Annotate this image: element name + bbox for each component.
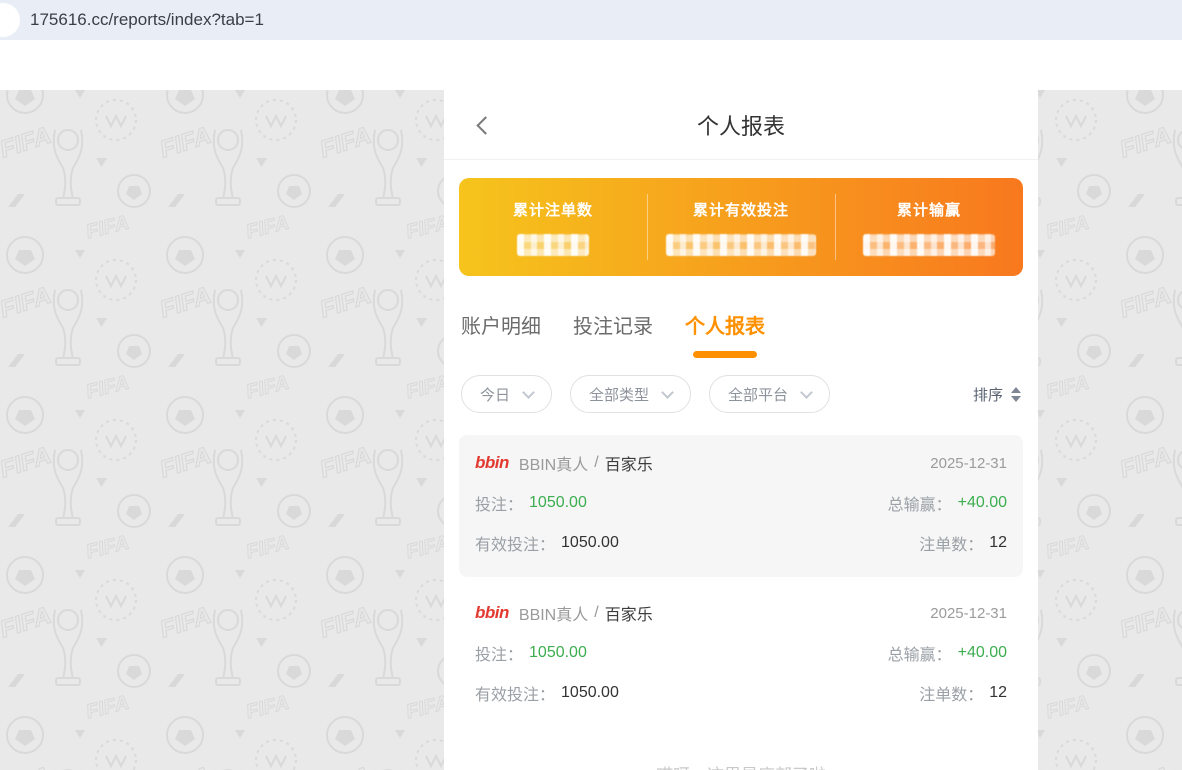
game-name: 百家乐 (604, 457, 653, 474)
count-label: 注单数： (919, 537, 984, 554)
tab-label: 投注记录 (573, 316, 653, 338)
platform-filter-dropdown[interactable]: 全部平台 (709, 375, 831, 413)
report-card: bbin BBIN真人 / 百家乐 2025-12-31 投注： 1050.00… (459, 435, 1023, 577)
sort-arrows-icon (1011, 386, 1021, 402)
page-stage: FIFA FIFA (0, 90, 1182, 770)
chevron-down-icon (800, 385, 813, 399)
dropdown-label: 全部类型 (589, 386, 650, 404)
sort-asc-icon (1011, 386, 1021, 393)
chevron-down-icon (522, 385, 535, 399)
winloss-label: 总输赢： (887, 497, 952, 514)
count-label: 注单数： (919, 687, 984, 704)
sort-desc-icon (1011, 395, 1021, 402)
app-panel: 个人报表 累计注单数 累计有效投注 累计输赢 账户明细 投注记录 个人报表 今日… (444, 90, 1038, 770)
end-of-list-text: 哎呀，这里是底部了啦 (444, 761, 1038, 770)
tab-label: 账户明细 (461, 316, 541, 338)
valid-bet-value: 1050.00 (561, 534, 619, 551)
valid-bet-label: 有效投注： (475, 537, 556, 554)
stat-value-masked (517, 233, 589, 256)
count-value: 12 (989, 684, 1007, 701)
bet-label: 投注： (475, 497, 524, 514)
summary-stat-winloss: 累计输赢 (835, 178, 1023, 276)
count-value: 12 (989, 534, 1007, 551)
stat-value-masked (863, 233, 995, 256)
tab-underline (581, 351, 645, 358)
date-filter-dropdown[interactable]: 今日 (461, 375, 553, 413)
bbin-logo-icon: bbin (475, 603, 509, 622)
summary-stat-valid-bet: 累计有效投注 (647, 178, 835, 276)
record-date: 2025-12-31 (930, 454, 1007, 472)
filter-bar: 今日 全部类型 全部平台 排序 (461, 375, 1021, 413)
summary-card: 累计注单数 累计有效投注 累计输赢 (459, 178, 1023, 276)
summary-stat-total-bets: 累计注单数 (459, 178, 647, 276)
top-white-strip (0, 40, 1182, 90)
dropdown-label: 今日 (480, 386, 511, 404)
separator: / (594, 454, 599, 471)
stat-value-masked (666, 233, 816, 256)
sort-label: 排序 (972, 386, 1003, 404)
game-name: 百家乐 (604, 607, 653, 624)
page-header: 个人报表 (444, 90, 1038, 160)
tab-bar: 账户明细 投注记录 个人报表 (444, 310, 1038, 358)
url-text[interactable]: 175616.cc/reports/index?tab=1 (30, 10, 264, 30)
chevron-left-icon (476, 116, 495, 135)
chevron-down-icon (661, 385, 674, 399)
tab-account-detail[interactable]: 账户明细 (461, 310, 541, 358)
provider-name: BBIN真人 (518, 457, 589, 474)
bbin-logo-icon: bbin (475, 453, 509, 472)
winloss-value: +40.00 (957, 644, 1007, 661)
bet-label: 投注： (475, 647, 524, 664)
winloss-label: 总输赢： (887, 647, 952, 664)
bet-value: 1050.00 (529, 644, 587, 661)
tab-bet-records[interactable]: 投注记录 (573, 310, 653, 358)
tab-active-underline (693, 351, 757, 358)
record-date: 2025-12-31 (930, 604, 1007, 622)
site-info-icon[interactable] (0, 3, 20, 37)
tab-underline (469, 351, 533, 358)
report-card: bbin BBIN真人 / 百家乐 2025-12-31 投注： 1050.00… (459, 585, 1023, 727)
separator: / (594, 604, 599, 621)
page-title: 个人报表 (696, 113, 785, 139)
valid-bet-value: 1050.00 (561, 684, 619, 701)
stat-label: 累计注单数 (512, 201, 593, 219)
tab-label: 个人报表 (685, 316, 765, 338)
valid-bet-label: 有效投注： (475, 687, 556, 704)
stat-label: 累计有效投注 (692, 201, 789, 219)
stat-label: 累计输赢 (896, 201, 961, 219)
provider-name: BBIN真人 (518, 607, 589, 624)
bet-value: 1050.00 (529, 494, 587, 511)
winloss-value: +40.00 (957, 494, 1007, 511)
browser-url-bar[interactable]: 175616.cc/reports/index?tab=1 (0, 0, 1182, 40)
report-list: bbin BBIN真人 / 百家乐 2025-12-31 投注： 1050.00… (459, 435, 1023, 727)
dropdown-label: 全部平台 (728, 386, 789, 404)
tab-personal-report[interactable]: 个人报表 (685, 310, 765, 358)
back-button[interactable] (474, 116, 495, 136)
type-filter-dropdown[interactable]: 全部类型 (570, 375, 692, 413)
sort-control[interactable]: 排序 (973, 384, 1021, 405)
